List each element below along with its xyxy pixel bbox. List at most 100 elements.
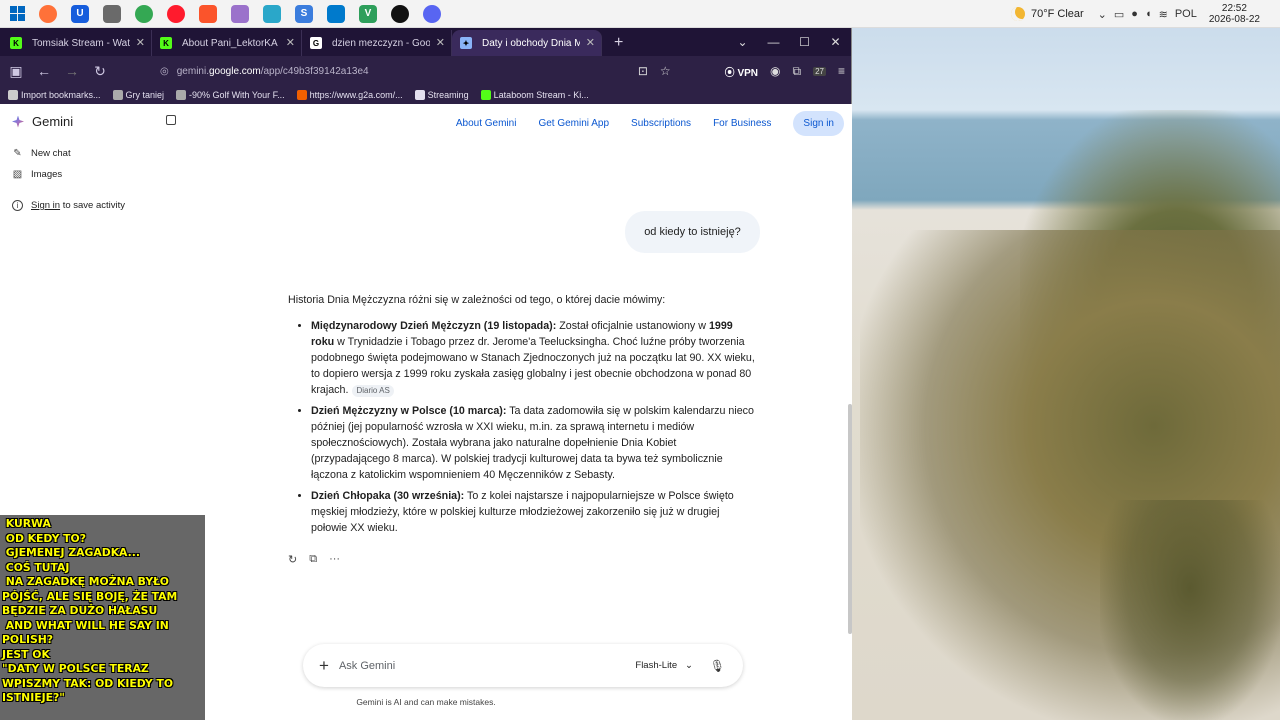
close-tab-icon[interactable]: ✕	[286, 36, 295, 49]
vpn-button[interactable]: ⦿ VPN	[725, 64, 758, 79]
item-title: Dzień Chłopaka (30 września):	[311, 490, 465, 502]
bookmark-label: https://www.g2a.com/...	[309, 90, 403, 100]
images-button[interactable]: ▧ Images	[12, 169, 62, 180]
chevron-down-icon: ⌄	[685, 660, 693, 671]
forward-button[interactable]: →	[60, 63, 84, 79]
get-app-link[interactable]: Get Gemini App	[538, 118, 609, 129]
prompt-input[interactable]: Ask Gemini	[339, 660, 395, 672]
edge-icon[interactable]	[263, 4, 281, 23]
new-chat-button[interactable]: ✎ New chat	[12, 148, 71, 159]
signin-prompt: i Sign in to save activity	[12, 200, 125, 211]
maximize-button[interactable]: ☐	[789, 35, 820, 49]
model-selector[interactable]: Flash-Lite ⌄	[635, 660, 693, 671]
veeam-icon[interactable]: V	[359, 4, 377, 23]
sidebar-toggle-icon[interactable]: ▣	[4, 63, 28, 80]
list-item: Międzynarodowy Dzień Mężczyzn (19 listop…	[311, 318, 758, 398]
page-scrollbar[interactable]	[848, 404, 852, 634]
discord-icon[interactable]	[423, 4, 441, 23]
minimize-button[interactable]: —	[758, 35, 789, 49]
chevron-up-icon[interactable]: ⌄	[1098, 8, 1107, 21]
bookmark-label: Import bookmarks...	[21, 90, 101, 100]
bookmark-item[interactable]: Import bookmarks...	[8, 90, 101, 100]
image-icon: ▧	[12, 169, 23, 180]
bookmark-icon	[414, 90, 425, 100]
browser-tab[interactable]: Gdzien mezczyzn - Google Searc ✕	[302, 30, 452, 56]
signin-link[interactable]: Sign in	[31, 200, 60, 211]
vscode-icon[interactable]	[327, 4, 345, 23]
copilot-icon[interactable]	[231, 4, 249, 23]
network-icon[interactable]: ▭	[1114, 8, 1124, 21]
info-icon: i	[12, 200, 23, 211]
bookmark-item[interactable]: Streaming	[414, 90, 469, 100]
bookmark-item[interactable]: Lataboom Stream - Ki...	[480, 90, 589, 100]
tab-favicon-icon: K	[160, 37, 172, 49]
extension-badge[interactable]: 27	[813, 66, 826, 76]
account-icon[interactable]: ◉	[770, 64, 780, 78]
language-indicator[interactable]: POL	[1175, 8, 1197, 20]
add-attachment-button[interactable]: +	[319, 656, 329, 676]
bookmark-star-icon[interactable]: ☆	[660, 64, 671, 78]
copy-icon[interactable]: ⧉	[309, 553, 317, 566]
user-message: od kiedy to istnieję?	[625, 211, 760, 253]
s-app-icon[interactable]: S	[295, 4, 313, 23]
chat-line: AND WHAT WILL HE SAY IN POLISH?	[2, 618, 173, 647]
bookmark-label: Streaming	[427, 90, 469, 100]
obs-icon[interactable]	[391, 4, 409, 23]
chrome-icon[interactable]	[135, 4, 153, 23]
volume-icon[interactable]: ◖	[1145, 8, 1152, 20]
close-tab-icon[interactable]: ✕	[586, 36, 595, 49]
more-options-icon[interactable]: ···	[329, 553, 340, 566]
chat-line: NA ZAGADKĘ MOŻNA BYŁO PÓJŚĆ, ALE SIĘ BOJ…	[2, 575, 181, 617]
address-bar[interactable]: ◎ gemini. google.com/app/c49b3f39142a13e4	[160, 60, 600, 82]
opera-icon[interactable]	[167, 4, 185, 23]
brave-icon[interactable]	[199, 4, 217, 23]
extensions-icon[interactable]: ⧉	[793, 64, 802, 79]
bookmark-item[interactable]: Gry taniej	[112, 90, 164, 100]
tab-favicon-icon: G	[310, 37, 322, 49]
mic-icon[interactable]: ●	[1131, 8, 1138, 20]
weather-text: 70°F Clear	[1030, 8, 1084, 20]
bookmark-item[interactable]: https://www.g2a.com/...	[296, 90, 403, 100]
wallpaper-grass	[1100, 500, 1280, 720]
close-tab-icon[interactable]: ✕	[136, 36, 145, 49]
browser-tab[interactable]: K About Pani_LektorKA - Watch Li ✕	[152, 30, 302, 56]
tab-list-icon[interactable]: ⌄	[727, 35, 758, 49]
source-chip[interactable]: Diario AS	[352, 385, 394, 397]
firefox-icon[interactable]	[39, 4, 57, 23]
regenerate-icon[interactable]: ↻	[288, 553, 297, 566]
bookmark-label: Lataboom Stream - Ki...	[493, 90, 589, 100]
subscriptions-link[interactable]: Subscriptions	[631, 118, 691, 129]
close-window-button[interactable]: ✕	[820, 35, 851, 49]
chat-line: KURWA	[2, 517, 51, 530]
bitwarden-icon[interactable]: U	[71, 4, 89, 23]
signin-button[interactable]: Sign in	[793, 111, 844, 136]
bookmark-icon	[296, 90, 307, 100]
bookmark-item[interactable]: -90% Golf With Your F...	[176, 90, 285, 100]
browser-tab[interactable]: K Tomsiak Stream - Watch Li ✕	[2, 30, 152, 56]
library-icon[interactable]	[103, 4, 121, 23]
new-tab-button[interactable]: +	[614, 34, 623, 52]
gemini-logo[interactable]: Gemini	[12, 114, 73, 129]
clock[interactable]: 22:52 2026-08-22	[1209, 3, 1260, 25]
chat-line: "DATY W POLSCE TERAZ WPISZMY TAK: OD KIE…	[2, 662, 177, 704]
microphone-icon[interactable]: 🎙	[710, 659, 725, 673]
about-gemini-link[interactable]: About Gemini	[456, 118, 517, 129]
menu-icon[interactable]: ≡	[838, 64, 845, 78]
close-tab-icon[interactable]: ✕	[436, 36, 445, 49]
business-link[interactable]: For Business	[713, 118, 771, 129]
screenshot-icon[interactable]: ⊡	[638, 64, 648, 78]
new-chat-label: New chat	[31, 148, 71, 159]
bookmark-icon	[480, 90, 491, 100]
chat-line: GJEMENEJ ZAGADKA...	[2, 546, 140, 559]
collapse-sidebar-icon[interactable]	[166, 115, 176, 125]
start-button[interactable]	[10, 6, 25, 21]
browser-tab[interactable]: ✦ Daty i obchody Dnia Mężczyzn ✕	[452, 30, 602, 56]
site-info-icon[interactable]: ◎	[160, 66, 169, 77]
reload-button[interactable]: ↻	[88, 63, 112, 80]
wifi-icon[interactable]: ≋	[1159, 8, 1168, 21]
tab-favicon-icon: ✦	[460, 37, 472, 49]
item-title: Międzynarodowy Dzień Mężczyzn (19 listop…	[311, 320, 557, 332]
list-item: Dzień Chłopaka (30 września): To z kolei…	[311, 488, 758, 536]
weather-widget[interactable]: 70°F Clear	[1010, 7, 1084, 21]
back-button[interactable]: ←	[32, 63, 56, 79]
